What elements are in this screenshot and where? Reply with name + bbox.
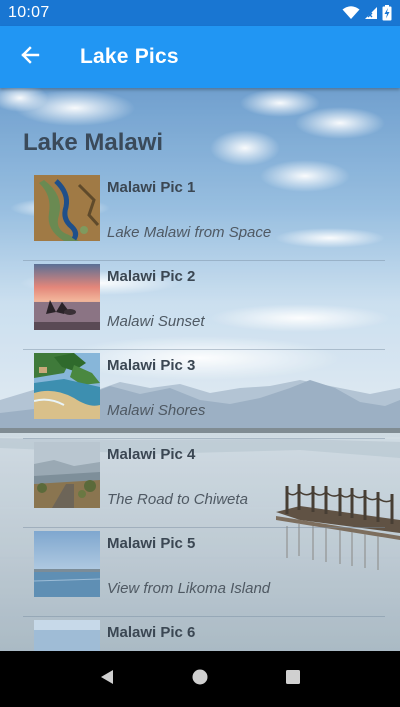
thumbnail-image (34, 620, 100, 651)
item-subtitle: Lake Malawi from Space (107, 224, 272, 241)
list-item[interactable]: Malawi Pic 6 (23, 617, 385, 651)
item-title: Malawi Pic 1 (107, 179, 196, 196)
scroll-area[interactable]: Lake Malawi Malawi Pic 1 Lake Malawi fro… (0, 88, 400, 651)
signal-icon (364, 6, 378, 20)
item-title: Malawi Pic 2 (107, 268, 196, 285)
nav-back-button[interactable] (83, 655, 131, 703)
status-time: 10:07 (8, 4, 50, 21)
status-icons (342, 5, 392, 21)
content-area: Lake Malawi Malawi Pic 1 Lake Malawi fro… (0, 88, 400, 651)
list-item[interactable]: Malawi Pic 5 View from Likoma Island (23, 528, 385, 617)
thumbnail-image (34, 264, 100, 330)
item-subtitle: Malawi Shores (107, 402, 206, 419)
section-heading: Lake Malawi (23, 129, 164, 156)
list-item[interactable]: Malawi Pic 1 Lake Malawi from Space (23, 172, 385, 261)
app-title: Lake Pics (80, 45, 179, 68)
thumbnail-image (34, 531, 100, 597)
back-triangle-icon (98, 668, 116, 691)
wifi-icon (342, 6, 360, 20)
item-subtitle: View from Likoma Island (107, 580, 271, 597)
arrow-back-icon (20, 45, 40, 70)
thumbnail-image (34, 175, 100, 241)
pic-list: Malawi Pic 1 Lake Malawi from Space Mala… (23, 172, 385, 651)
item-subtitle: Malawi Sunset (107, 313, 205, 330)
list-item[interactable]: Malawi Pic 3 Malawi Shores (23, 350, 385, 439)
status-bar: 10:07 (0, 0, 400, 26)
battery-icon (382, 5, 392, 21)
item-subtitle: The Road to Chiweta (107, 491, 248, 508)
item-title: Malawi Pic 4 (107, 446, 196, 463)
home-circle-icon (191, 668, 209, 691)
app-bar: Lake Pics (0, 26, 400, 88)
navigation-bar (0, 651, 400, 707)
item-title: Malawi Pic 5 (107, 535, 196, 552)
back-button[interactable] (0, 26, 60, 88)
nav-home-button[interactable] (176, 655, 224, 703)
item-title: Malawi Pic 3 (107, 357, 196, 374)
recents-square-icon (284, 668, 302, 691)
list-item[interactable]: Malawi Pic 4 The Road to Chiweta (23, 439, 385, 528)
nav-recents-button[interactable] (269, 655, 317, 703)
thumbnail-image (34, 353, 100, 419)
thumbnail-image (34, 442, 100, 508)
item-title: Malawi Pic 6 (107, 624, 196, 641)
list-item[interactable]: Malawi Pic 2 Malawi Sunset (23, 261, 385, 350)
app-screen: 10:07 Lake Pics Lake Malawi Malawi Pic 1… (0, 0, 400, 707)
